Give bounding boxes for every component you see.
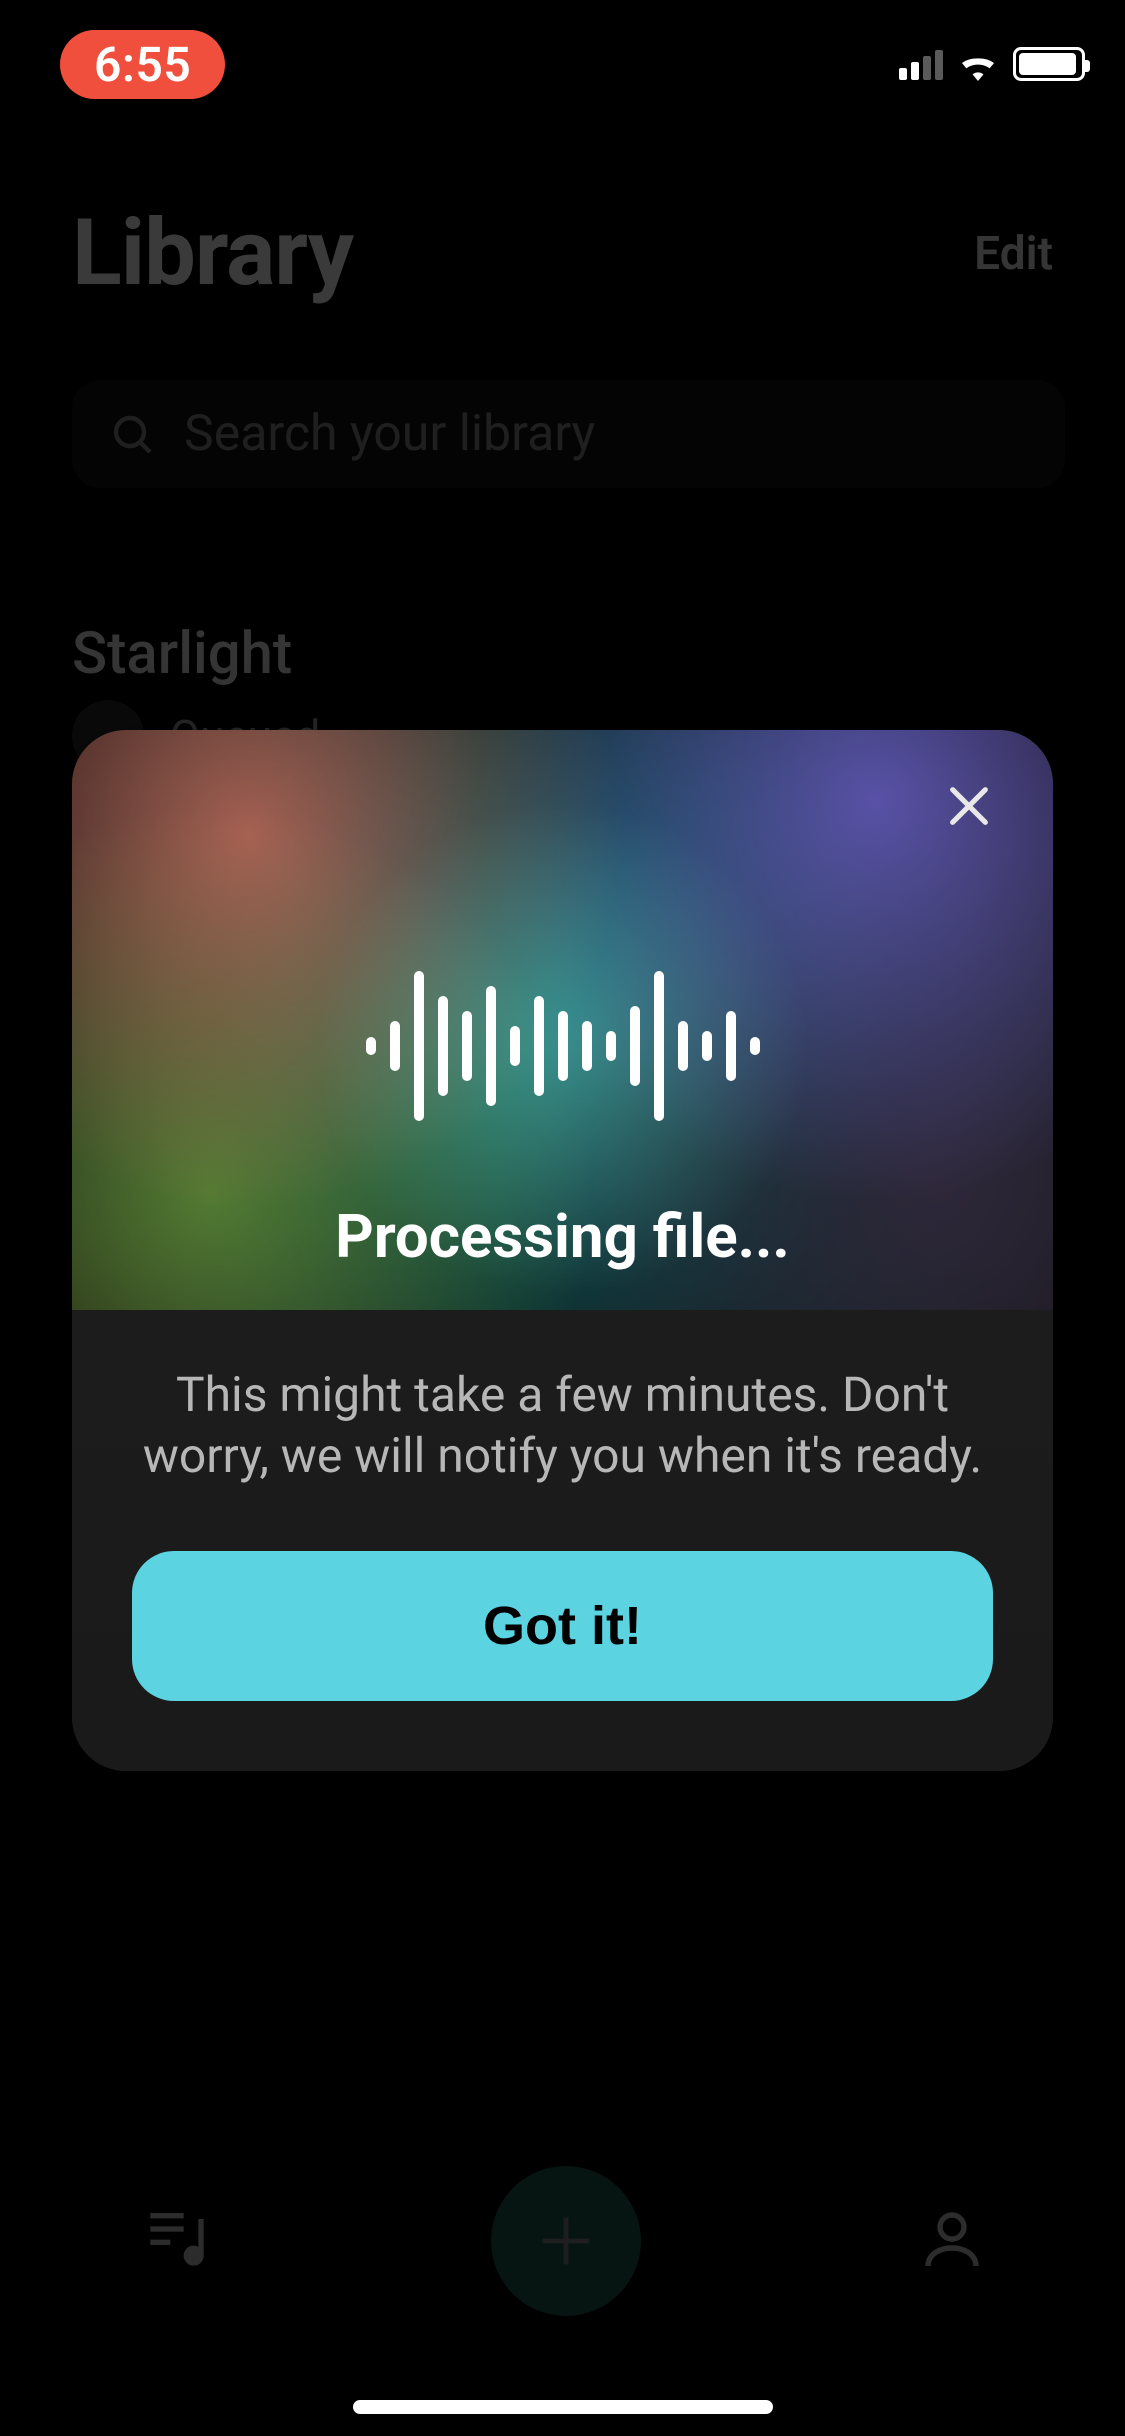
wifi-icon bbox=[957, 47, 999, 81]
edit-button[interactable]: Edit bbox=[974, 227, 1053, 281]
status-bar: 6:55 bbox=[0, 0, 1125, 100]
modal-title: Processing file... bbox=[335, 1201, 790, 1272]
tab-bar bbox=[0, 2166, 1125, 2316]
add-button[interactable] bbox=[491, 2166, 641, 2316]
got-it-button[interactable]: Got it! bbox=[132, 1551, 993, 1701]
track-title[interactable]: Starlight bbox=[72, 620, 292, 688]
search-input[interactable]: Search your library bbox=[72, 380, 1065, 488]
cellular-icon bbox=[899, 48, 943, 80]
modal-hero: Processing file... bbox=[72, 730, 1053, 1310]
close-button[interactable] bbox=[941, 778, 997, 834]
profile-tab-icon[interactable] bbox=[916, 2203, 988, 2279]
modal-description: This might take a few minutes. Don't wor… bbox=[132, 1364, 993, 1487]
processing-modal: Processing file... This might take a few… bbox=[72, 730, 1053, 1771]
library-tab-icon[interactable] bbox=[137, 2199, 217, 2283]
modal-body: This might take a few minutes. Don't wor… bbox=[72, 1310, 1053, 1771]
page-title: Library bbox=[72, 200, 353, 307]
waveform-icon bbox=[366, 971, 760, 1121]
library-header: Library Edit bbox=[72, 200, 1053, 307]
battery-icon bbox=[1013, 47, 1085, 81]
plus-icon bbox=[531, 2206, 601, 2276]
close-icon bbox=[941, 778, 997, 834]
search-icon bbox=[108, 410, 156, 458]
status-time-pill: 6:55 bbox=[60, 30, 225, 99]
search-placeholder: Search your library bbox=[184, 405, 595, 463]
home-indicator[interactable] bbox=[353, 2400, 773, 2414]
